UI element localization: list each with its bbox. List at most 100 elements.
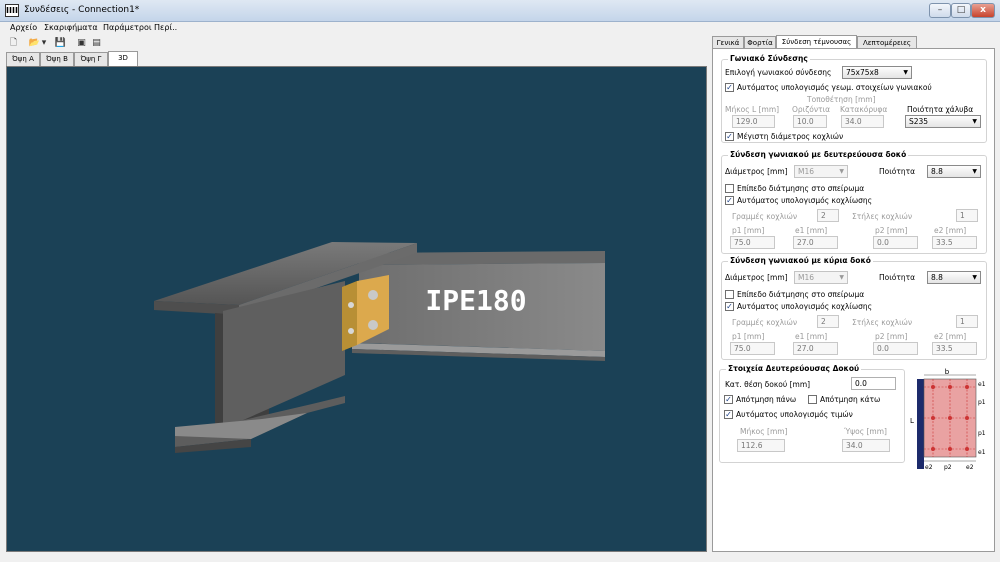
main-rows-field[interactable]: 2	[817, 315, 839, 328]
secondary-thread-label: Επίπεδο διάτμησης στο σπείρωμα	[737, 184, 865, 193]
cope-height-label: Ύψος [mm]	[844, 427, 887, 436]
max-bolt-diameter-label: Μέγιστη διάμετρος κοχλιών	[737, 132, 844, 141]
tab-view-b[interactable]: Όψη Β	[40, 52, 74, 66]
auto-values-checkbox[interactable]: ✓	[724, 410, 733, 419]
angle-select-label: Επιλογή γωνιακού σύνδεσης	[725, 68, 832, 77]
max-bolt-diameter-checkbox[interactable]: ✓	[725, 132, 734, 141]
main-p2-field[interactable]: 0.0	[873, 342, 918, 355]
horizontal-field[interactable]: 10.0	[793, 115, 827, 128]
bolt-icon	[348, 328, 354, 334]
menu-about[interactable]: Περί..	[154, 23, 177, 32]
minimize-button[interactable]: –	[929, 3, 951, 18]
secondary-diameter-label: Διάμετρος [mm]	[725, 167, 788, 176]
main-auto-bolting-checkbox[interactable]: ✓	[725, 302, 734, 311]
secondary-cols-label: Στήλες κοχλιών	[852, 212, 913, 221]
cope-length-field[interactable]: 112.6	[737, 439, 785, 452]
diagram-e1-top: e1	[978, 381, 986, 388]
secondary-auto-bolting-label: Αυτόματος υπολογισμός κοχλίωσης	[737, 196, 873, 205]
diagram-p1-a: p1	[978, 399, 986, 406]
bottom-cope-checkbox[interactable]	[808, 395, 817, 404]
snapshot-icon[interactable]: ▣	[75, 37, 88, 49]
angle-group-title: Γωνιακό Σύνδεσης	[728, 54, 810, 63]
tab-3d[interactable]: 3D	[108, 51, 138, 67]
secondary-rows-field[interactable]: 2	[817, 209, 839, 222]
title-bar: IIII Συνδέσεις - Connection1* – □ x	[0, 0, 1000, 22]
main-rows-label: Γραμμές κοχλιών	[732, 318, 798, 327]
3d-viewport[interactable]: IPE180	[6, 66, 707, 552]
main-p2-label: p2 [mm]	[875, 332, 908, 341]
secondary-e1-field[interactable]: 27.0	[793, 236, 838, 249]
steel-grade-label: Ποιότητα χάλυβα	[907, 105, 974, 114]
secondary-quality-select[interactable]: 8.8 ▼	[927, 165, 981, 178]
secondary-e1-label: e1 [mm]	[795, 226, 828, 235]
secondary-e2-label: e2 [mm]	[934, 226, 967, 235]
main-p1-field[interactable]: 75.0	[730, 342, 775, 355]
app-icon: IIII	[5, 4, 19, 17]
main-e2-field[interactable]: 33.5	[932, 342, 977, 355]
secondary-connection-title: Σύνδεση γωνιακού με δευτερεύουσα δοκό	[728, 150, 909, 159]
maximize-button[interactable]: □	[951, 3, 971, 18]
length-label: Μήκος L [mm]	[725, 105, 780, 114]
main-auto-bolting-label: Αυτόματος υπολογισμός κοχλίωσης	[737, 302, 873, 311]
print-icon[interactable]: ▤	[90, 37, 103, 49]
cope-height-field[interactable]: 34.0	[842, 439, 890, 452]
beam-position-field[interactable]: 0.0	[851, 377, 896, 390]
auto-geometry-label: Αυτόματος υπολογισμός γεωμ. στοιχείων γω…	[737, 83, 932, 92]
steel-grade-select[interactable]: S235 ▼	[905, 115, 981, 128]
main-e2-label: e2 [mm]	[934, 332, 967, 341]
main-cols-field[interactable]: 1	[956, 315, 978, 328]
beam-position-label: Κατ. θέση δοκού [mm]	[725, 380, 811, 389]
angle-group: Γωνιακό Σύνδεσης Επιλογή γωνιακού σύνδεσ…	[721, 54, 987, 143]
main-p1-label: p1 [mm]	[732, 332, 765, 341]
secondary-rows-label: Γραμμές κοχλιών	[732, 212, 798, 221]
bolt-icon	[348, 302, 354, 308]
save-icon[interactable]: 💾	[54, 37, 67, 49]
secondary-connection-group: Σύνδεση γωνιακού με δευτερεύουσα δοκό Δι…	[721, 150, 987, 254]
secondary-thread-checkbox[interactable]	[725, 184, 734, 193]
new-file-icon[interactable]: 🗋	[7, 37, 20, 49]
main-quality-select[interactable]: 8.8 ▼	[927, 271, 981, 284]
secondary-cols-field[interactable]: 1	[956, 209, 978, 222]
tab-view-a[interactable]: Όψη Α	[6, 52, 40, 66]
tab-view-c[interactable]: Όψη Γ	[74, 52, 108, 66]
bottom-cope-label: Απότμηση κάτω	[820, 395, 881, 404]
length-field[interactable]: 129.0	[732, 115, 775, 128]
dropdown-arrow-icon: ▼	[903, 69, 908, 76]
main-diameter-select[interactable]: M16 ▼	[794, 271, 848, 284]
main-thread-label: Επίπεδο διάτμησης στο σπείρωμα	[737, 290, 865, 299]
bolt-icon	[368, 320, 378, 330]
menu-file[interactable]: Αρχείο	[10, 23, 37, 32]
shear-connection-panel: Γωνιακό Σύνδεσης Επιλογή γωνιακού σύνδεσ…	[712, 48, 995, 552]
tab-shear-connection[interactable]: Σύνδεση τέμνουσας	[776, 35, 857, 49]
vertical-label: Κατακόρυφα	[840, 105, 888, 114]
angle-select[interactable]: 75x75x8 ▼	[842, 66, 912, 79]
dropdown-arrow-icon: ▼	[972, 118, 977, 125]
secondary-p2-field[interactable]: 0.0	[873, 236, 918, 249]
3d-scene: IPE180	[154, 242, 605, 453]
dropdown-arrow-icon: ▼	[972, 168, 977, 175]
main-thread-checkbox[interactable]	[725, 290, 734, 299]
bolt-layout-diagram: b L e1 p1 p1 e1 e2 p2 e2	[910, 368, 986, 471]
secondary-p2-label: p2 [mm]	[875, 226, 908, 235]
auto-geometry-checkbox[interactable]: ✓	[725, 83, 734, 92]
main-e1-label: e1 [mm]	[795, 332, 828, 341]
main-e1-field[interactable]: 27.0	[793, 342, 838, 355]
dropdown-arrow-icon[interactable]: ▾	[40, 37, 48, 49]
menu-bar: Αρχείο Σκαριφήματα Παράμετροι Περί..	[0, 22, 1000, 35]
secondary-auto-bolting-checkbox[interactable]: ✓	[725, 196, 734, 205]
secondary-p1-field[interactable]: 75.0	[730, 236, 775, 249]
main-connection-group: Σύνδεση γωνιακού με κύρια δοκό Διάμετρος…	[721, 256, 987, 360]
secondary-e2-field[interactable]: 33.5	[932, 236, 977, 249]
diagram-L: L	[910, 417, 914, 425]
vertical-field[interactable]: 34.0	[841, 115, 884, 128]
menu-sketches[interactable]: Σκαριφήματα	[44, 23, 98, 32]
secondary-diameter-select[interactable]: M16 ▼	[794, 165, 848, 178]
horizontal-label: Οριζόντια	[792, 105, 831, 114]
top-cope-checkbox[interactable]: ✓	[724, 395, 733, 404]
bolt-icon	[368, 290, 378, 300]
close-button[interactable]: x	[971, 3, 995, 18]
main-cols-label: Στήλες κοχλιών	[852, 318, 913, 327]
menu-parameters[interactable]: Παράμετροι	[103, 23, 152, 32]
diagram-p1-b: p1	[978, 430, 986, 437]
top-cope-label: Απότμηση πάνω	[736, 395, 797, 404]
